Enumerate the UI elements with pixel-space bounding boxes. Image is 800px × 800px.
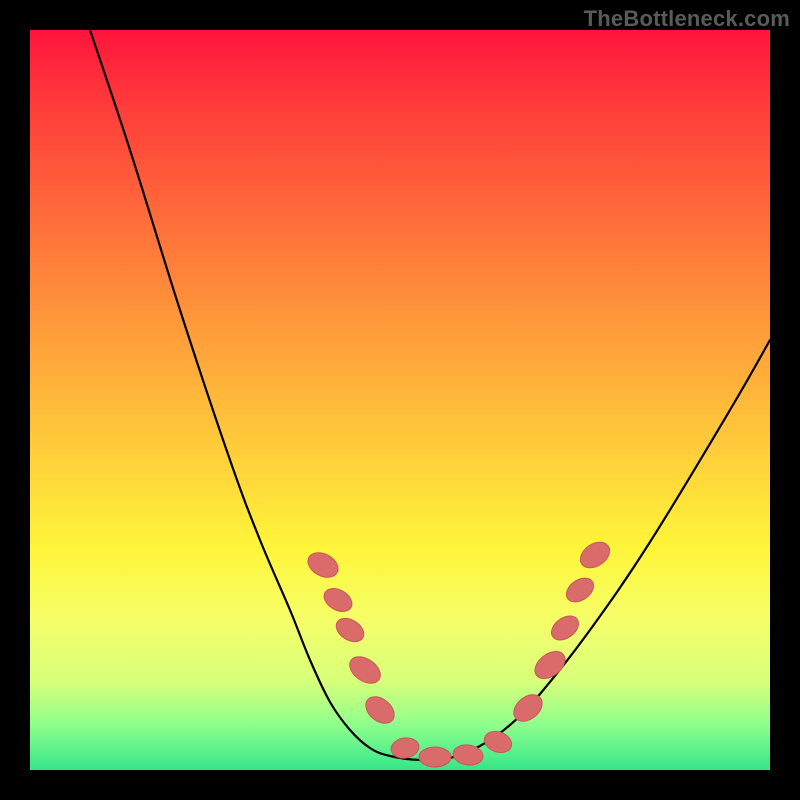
blob-group [304,537,615,767]
curve-path [90,30,770,760]
blob-right-3 [547,611,583,645]
blob-right-4 [562,573,598,607]
plot-area [30,30,770,770]
blob-left-2 [320,584,356,616]
blob-right-5 [576,537,615,573]
chart-svg [30,30,770,770]
chart-frame: TheBottleneck.com [0,0,800,800]
blob-bottom-2 [419,747,451,767]
blob-left-3 [332,614,368,647]
blob-left-4 [345,651,385,689]
blob-bottom-4 [481,728,514,756]
blob-right-2 [530,646,570,684]
watermark-text: TheBottleneck.com [584,6,790,32]
blob-left-5 [361,691,400,728]
blob-left-1 [304,548,343,582]
